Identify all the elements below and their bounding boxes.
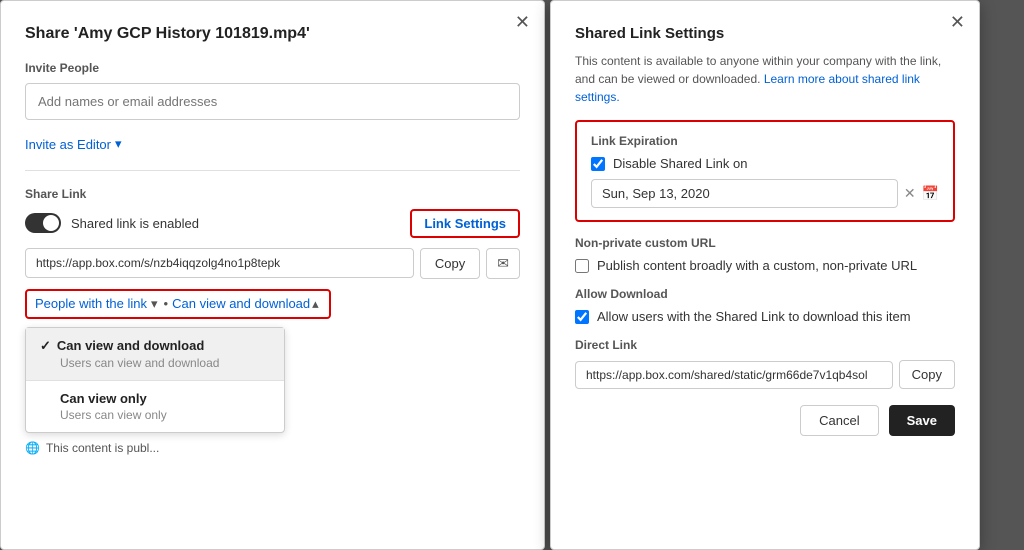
direct-link-input[interactable] [575, 361, 893, 389]
date-input-row: ✕ 📅 [591, 179, 939, 208]
access-level-btn[interactable]: Can view and download [172, 296, 310, 311]
share-dialog: ✕ Share 'Amy GCP History 101819.mp4' Inv… [0, 0, 545, 550]
allow-download-section: Allow Download Allow users with the Shar… [575, 287, 955, 324]
allow-download-label: Allow users with the Shared Link to down… [597, 309, 911, 324]
close-settings-button[interactable]: ✕ [950, 13, 965, 31]
invite-editor-arrow: ▾ [115, 136, 122, 152]
disable-link-checkbox[interactable] [591, 157, 605, 171]
copy-link-button[interactable]: Copy [420, 248, 480, 279]
save-button[interactable]: Save [889, 405, 955, 436]
invite-editor-label: Invite as Editor [25, 137, 111, 152]
invite-section-label: Invite People [25, 61, 520, 75]
shared-link-toggle[interactable] [25, 213, 61, 233]
invite-input[interactable] [25, 83, 520, 120]
email-button[interactable]: ✉ [486, 248, 520, 279]
share-link-section-label: Share Link [25, 187, 520, 201]
settings-dialog-title: Shared Link Settings [575, 25, 955, 42]
non-private-url-checkbox[interactable] [575, 259, 589, 273]
direct-link-section: Direct Link Copy [575, 338, 955, 389]
public-info: 🌐 This content is publ... [25, 441, 520, 455]
non-private-url-checkbox-row: Publish content broadly with a custom, n… [575, 258, 955, 273]
toggle-label: Shared link is enabled [71, 216, 199, 231]
permissions-row: People with the link ▾ • Can view and do… [25, 289, 331, 319]
copy-direct-link-button[interactable]: Copy [899, 360, 955, 389]
option1-desc: Users can view and download [40, 356, 270, 370]
url-row: Copy ✉ [25, 248, 520, 279]
globe-icon: 🌐 [25, 441, 40, 455]
link-expiration-box: Link Expiration Disable Shared Link on ✕… [575, 120, 955, 222]
share-link-row: Shared link is enabled Link Settings [25, 209, 520, 238]
dropdown-item-view-only[interactable]: Can view only Users can view only [26, 381, 284, 432]
disable-link-label: Disable Shared Link on [613, 156, 747, 171]
divider [25, 170, 520, 171]
clear-date-button[interactable]: ✕ [904, 185, 916, 202]
toggle-group: Shared link is enabled [25, 213, 199, 233]
settings-description: This content is available to anyone with… [575, 52, 955, 106]
non-private-url-title: Non-private custom URL [575, 236, 955, 250]
invite-editor-link[interactable]: Invite as Editor ▾ [25, 136, 122, 152]
shared-link-settings-dialog: ✕ Shared Link Settings This content is a… [550, 0, 980, 550]
allow-download-title: Allow Download [575, 287, 955, 301]
close-button[interactable]: ✕ [515, 13, 530, 31]
calendar-button[interactable]: 📅 [922, 185, 939, 202]
cancel-button[interactable]: Cancel [800, 405, 878, 436]
checkmark-icon: ✓ [40, 338, 51, 354]
non-private-url-label: Publish content broadly with a custom, n… [597, 258, 917, 273]
access-dropdown: ✓ Can view and download Users can view a… [25, 327, 285, 433]
direct-link-row: Copy [575, 360, 955, 389]
link-settings-button[interactable]: Link Settings [410, 209, 520, 238]
option1-title: ✓ Can view and download [40, 338, 270, 354]
dialog-title: Share 'Amy GCP History 101819.mp4' [25, 25, 520, 43]
allow-download-checkbox-row: Allow users with the Shared Link to down… [575, 309, 955, 324]
footer-buttons: Cancel Save [575, 405, 955, 436]
non-private-url-section: Non-private custom URL Publish content b… [575, 236, 955, 273]
direct-link-title: Direct Link [575, 338, 955, 352]
option2-title: Can view only [40, 391, 270, 406]
link-expiration-title: Link Expiration [591, 134, 939, 148]
date-input[interactable] [591, 179, 898, 208]
url-input[interactable] [25, 248, 414, 278]
allow-download-checkbox[interactable] [575, 310, 589, 324]
option2-desc: Users can view only [40, 408, 270, 422]
disable-link-checkbox-row: Disable Shared Link on [591, 156, 939, 171]
dropdown-item-view-download[interactable]: ✓ Can view and download Users can view a… [26, 328, 284, 380]
people-with-link-btn[interactable]: People with the link [35, 296, 147, 311]
